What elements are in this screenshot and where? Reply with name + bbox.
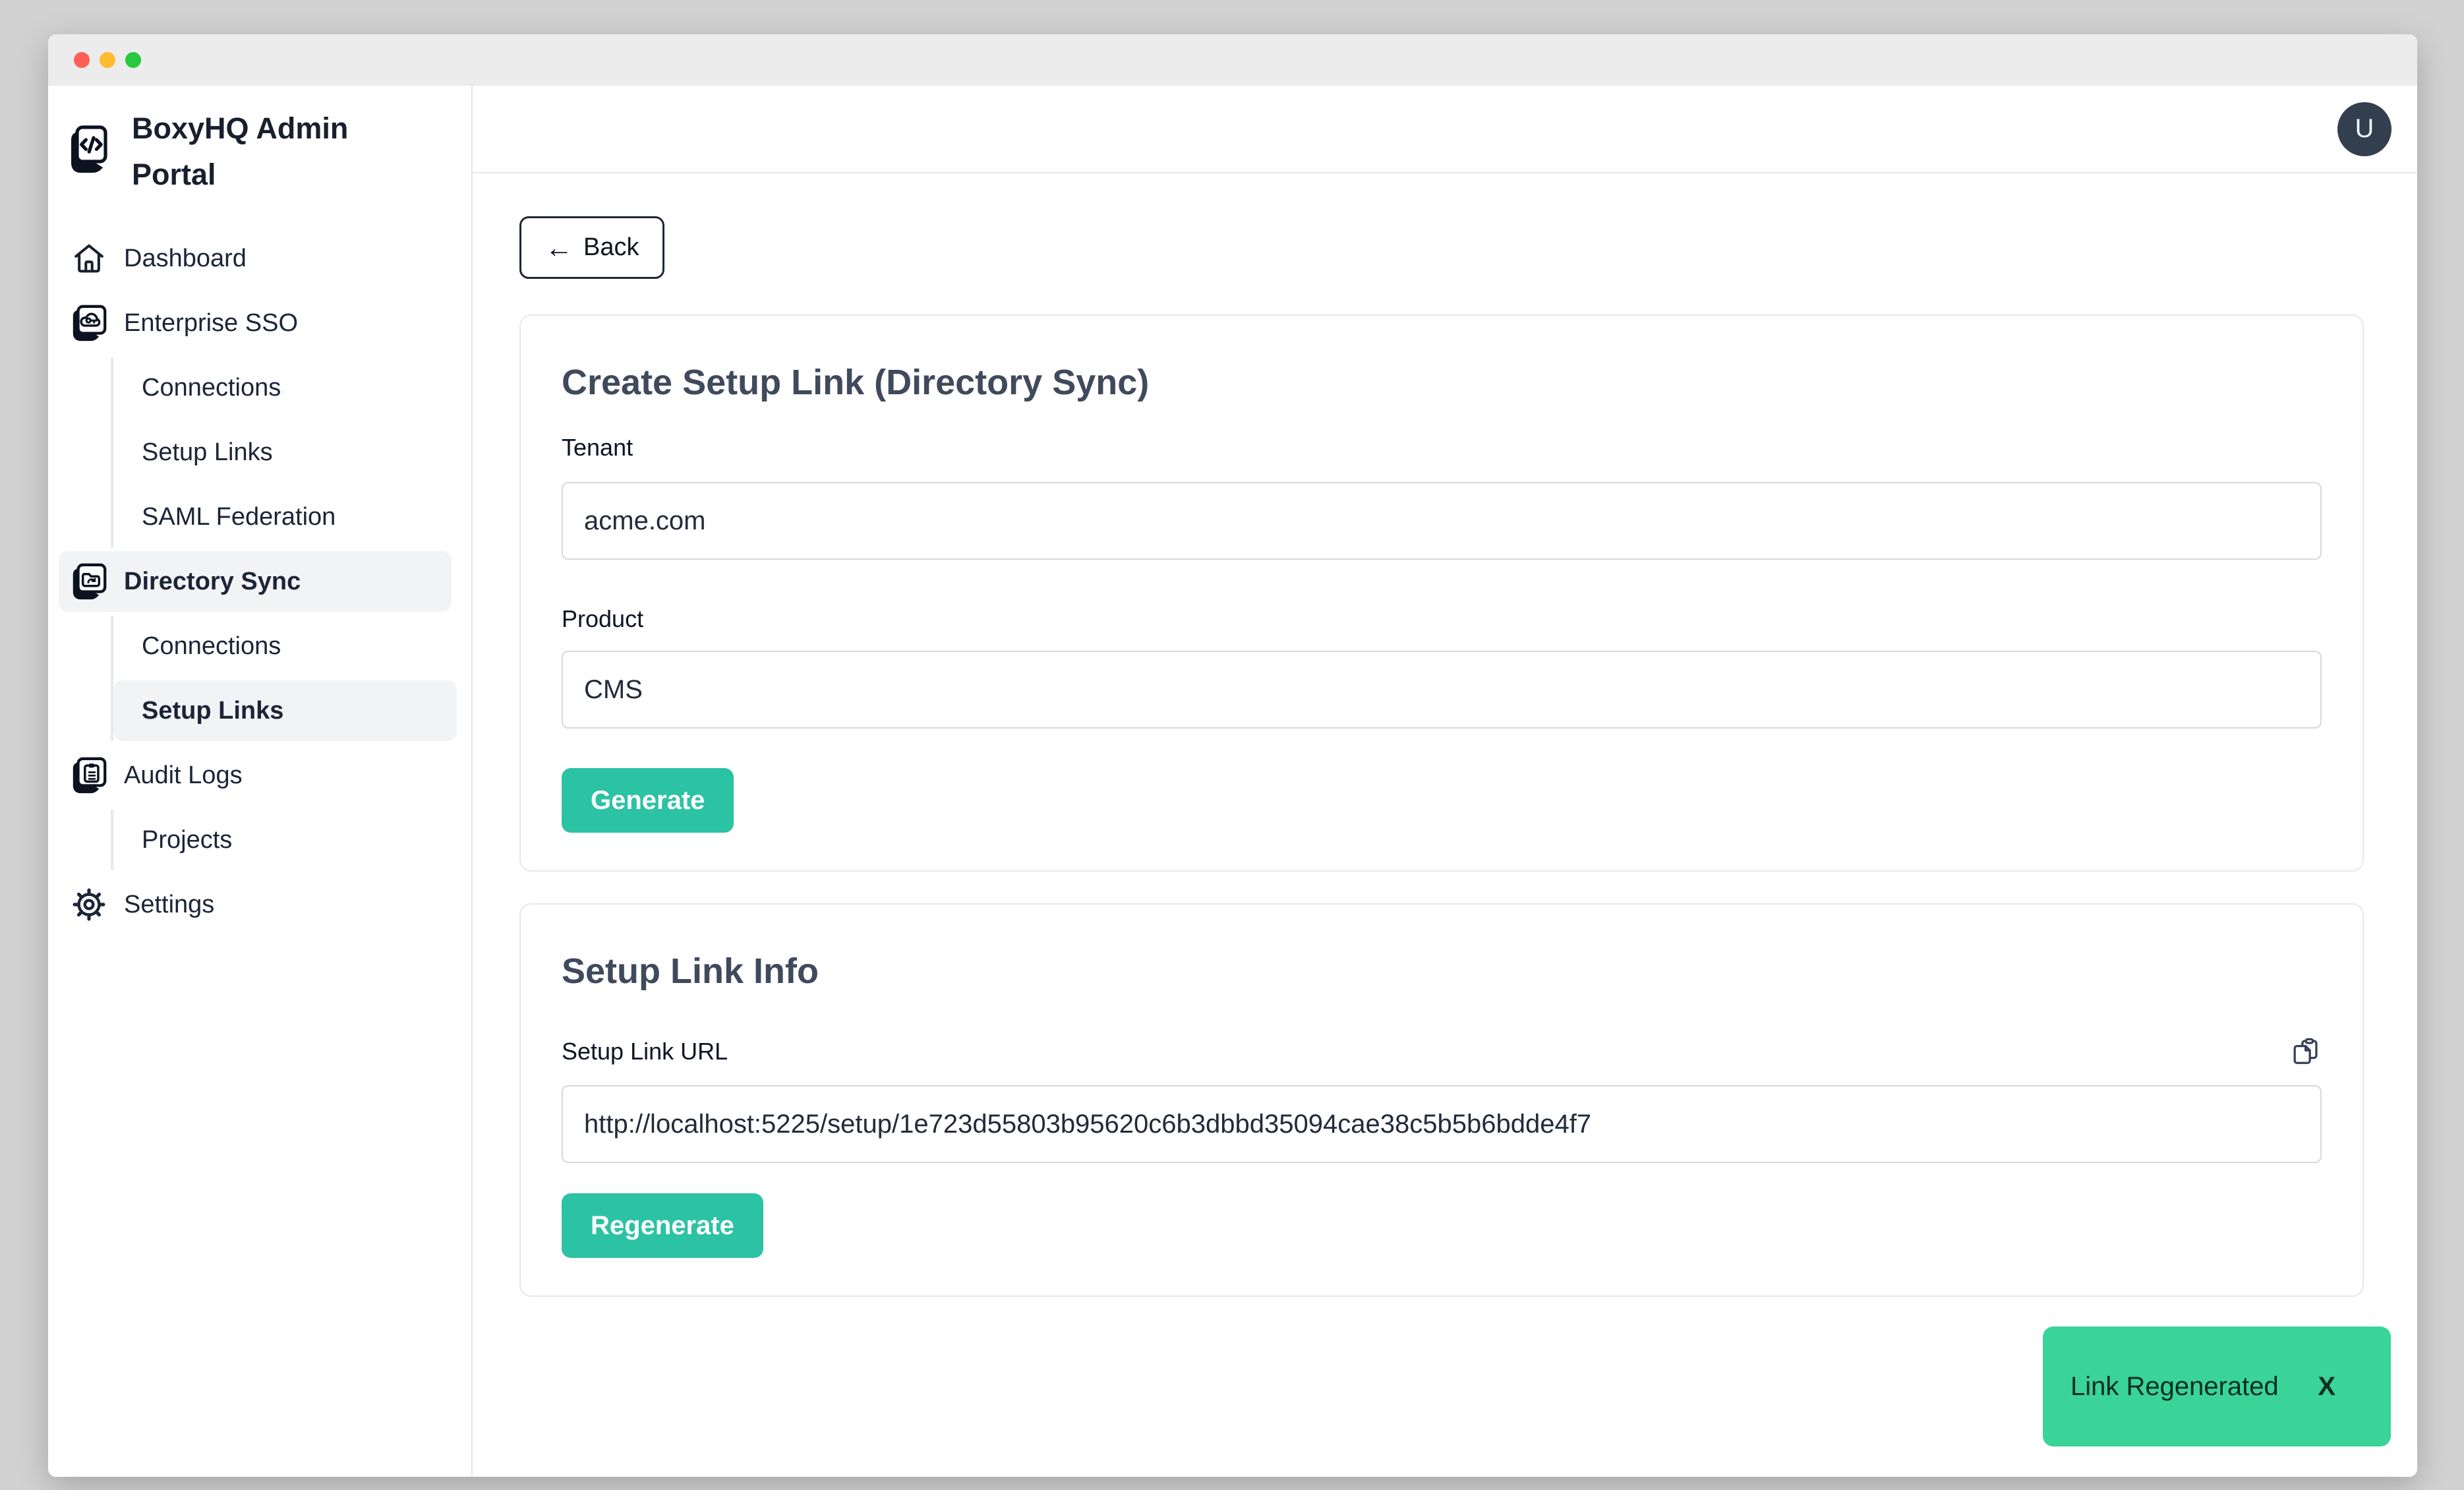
sidebar-item-directory-sync[interactable]: Directory Sync (59, 551, 452, 612)
user-avatar[interactable]: U (2337, 102, 2391, 156)
audit-logs-box-icon (68, 754, 110, 796)
window-titlebar (48, 34, 2417, 86)
boxyhq-logo-icon (66, 123, 109, 176)
top-header: U (473, 86, 2417, 173)
toast-message: Link Regenerated (2070, 1372, 2279, 1402)
sidebar-item-audit-logs[interactable]: Audit Logs (59, 745, 452, 806)
app-title: BoxyHQ Admin Portal (132, 105, 363, 198)
copy-icon[interactable] (2291, 1035, 2322, 1068)
create-card-title: Create Setup Link (Directory Sync) (562, 361, 2322, 404)
sidebar-item-sso-connections[interactable]: Connections (113, 357, 457, 418)
toast-close-button[interactable]: X (2318, 1372, 2335, 1402)
sidebar-item-label: Dashboard (124, 245, 247, 273)
home-icon (68, 237, 110, 280)
sidebar-nav: Dashboard Enterprise SSO (48, 228, 471, 935)
setup-link-info-card: Setup Link Info Setup Link URL (519, 903, 2364, 1297)
toast-notification: Link Regenerated X (2043, 1326, 2391, 1446)
setup-link-url-row: Setup Link URL (562, 1035, 2322, 1068)
back-button-label: Back (583, 233, 639, 262)
tenant-input[interactable] (562, 482, 2322, 560)
sidebar-item-label: Enterprise SSO (124, 309, 298, 338)
close-window-button[interactable] (74, 52, 90, 68)
logo[interactable]: BoxyHQ Admin Portal (48, 86, 471, 198)
sidebar-subgroup-audit-logs: Projects (111, 810, 471, 870)
tenant-label: Tenant (562, 433, 2322, 462)
sidebar-item-label: Audit Logs (124, 761, 243, 790)
sidebar-item-projects[interactable]: Projects (113, 810, 457, 870)
generate-button[interactable]: Generate (562, 768, 734, 833)
sidebar-item-dashboard[interactable]: Dashboard (59, 228, 452, 289)
gear-icon (68, 883, 110, 926)
product-label: Product (562, 605, 2322, 634)
arrow-left-icon: ← (545, 234, 573, 262)
sidebar-item-enterprise-sso[interactable]: Enterprise SSO (59, 293, 452, 353)
minimize-window-button[interactable] (100, 52, 115, 68)
create-setup-link-card: Create Setup Link (Directory Sync) Tenan… (519, 314, 2364, 872)
sidebar-item-saml-federation[interactable]: SAML Federation (113, 487, 457, 547)
sidebar-item-settings[interactable]: Settings (59, 874, 452, 935)
maximize-window-button[interactable] (125, 52, 141, 68)
directory-sync-box-icon (68, 560, 110, 603)
sidebar-item-dsync-connections[interactable]: Connections (113, 616, 457, 676)
main-area: U ← Back Create Setup Link (Directory Sy… (473, 86, 2417, 1477)
setup-link-url-label: Setup Link URL (562, 1037, 728, 1066)
sidebar-item-dsync-setup-links[interactable]: Setup Links (113, 680, 457, 741)
setup-link-url-input[interactable] (562, 1085, 2322, 1163)
sidebar-item-label: Settings (124, 891, 214, 919)
sidebar-item-label: Directory Sync (124, 568, 301, 596)
sidebar: BoxyHQ Admin Portal Dashboard (48, 86, 473, 1477)
page-content: ← Back Create Setup Link (Directory Sync… (473, 173, 2417, 1297)
app-window: BoxyHQ Admin Portal Dashboard (48, 34, 2417, 1477)
sidebar-subgroup-enterprise-sso: Connections Setup Links SAML Federation (111, 357, 471, 547)
back-button[interactable]: ← Back (519, 216, 664, 279)
regenerate-button[interactable]: Regenerate (562, 1193, 763, 1258)
info-card-title: Setup Link Info (562, 949, 2322, 993)
product-input[interactable] (562, 651, 2322, 729)
sidebar-item-sso-setup-links[interactable]: Setup Links (113, 422, 457, 483)
sso-box-icon (68, 302, 110, 344)
sidebar-subgroup-directory-sync: Connections Setup Links (111, 616, 471, 741)
